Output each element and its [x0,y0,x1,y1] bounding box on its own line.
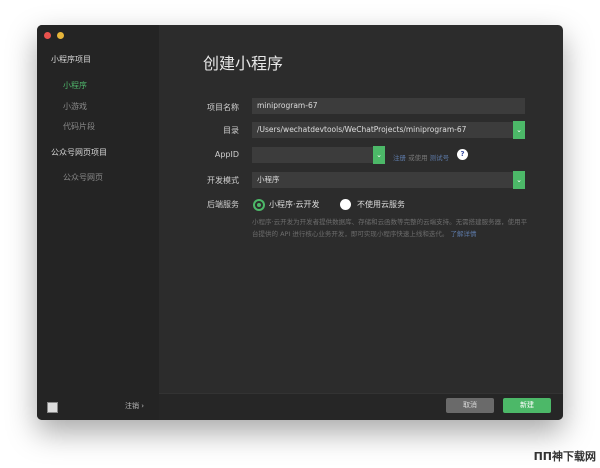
sidebar: 小程序项目 小程序 小游戏 代码片段 公众号网页项目 公众号网页 注销 › [37,25,159,420]
appid-dropdown-chevron-icon[interactable]: ⌄ [373,146,385,164]
register-link[interactable]: 注册 [393,154,406,162]
cancel-button[interactable]: 取消 [446,398,494,413]
help-icon[interactable]: ? [457,149,468,160]
directory-input[interactable]: /Users/wechatdevtools/WeChatProjects/min… [252,122,514,138]
radio-no-cloud-label[interactable]: 不使用云服务 [357,199,405,210]
dev-mode-select[interactable]: 小程序 [252,172,514,188]
project-name-input[interactable]: miniprogram-67 [252,98,525,114]
sidebar-item-code-snippet[interactable]: 代码片段 [63,121,95,132]
appid-hint: 注册 或使用 测试号 [393,152,449,162]
hint-or: 或使用 [406,154,430,162]
sidebar-item-minigame[interactable]: 小游戏 [63,101,87,112]
window: 小程序项目 小程序 小游戏 代码片段 公众号网页项目 公众号网页 注销 › 创建… [37,25,563,420]
sidebar-section-miniprogram: 小程序项目 [51,55,91,64]
dev-mode-label: 开发模式 [207,176,239,185]
backend-label: 后端服务 [207,200,239,209]
avatar[interactable] [47,402,58,413]
radio-no-cloud[interactable] [340,199,351,210]
project-name-label: 项目名称 [207,103,239,112]
sidebar-item-official-web[interactable]: 公众号网页 [63,172,103,183]
create-button[interactable]: 新建 [503,398,551,413]
radio-cloud-dev[interactable] [255,201,263,209]
dev-mode-chevron-icon[interactable]: ⌄ [513,171,525,189]
sidebar-item-miniprogram[interactable]: 小程序 [63,80,87,91]
directory-label: 目录 [223,126,239,135]
radio-cloud-dev-label[interactable]: 小程序·云开发 [269,199,320,210]
directory-dropdown-chevron-icon[interactable]: ⌄ [513,121,525,139]
minimize-window-button[interactable] [57,32,64,39]
sidebar-section-official-account: 公众号网页项目 [51,148,107,157]
watermark: ΠΠ神下载网 [533,450,596,463]
appid-label: AppID [214,150,239,159]
page-title: 创建小程序 [203,54,284,73]
test-account-link[interactable]: 测试号 [430,154,450,162]
cloud-description: 小程序·云开发为开发者提供数据库、存储和云函数等完整的云端支持。无需搭建服务器，… [252,216,530,240]
description-text: 小程序·云开发为开发者提供数据库、存储和云函数等完整的云端支持。无需搭建服务器，… [252,218,528,238]
appid-input[interactable] [252,147,373,163]
logout-link[interactable]: 注销 › [125,401,144,411]
learn-more-link[interactable]: 了解详情 [451,230,477,238]
close-window-button[interactable] [44,32,51,39]
